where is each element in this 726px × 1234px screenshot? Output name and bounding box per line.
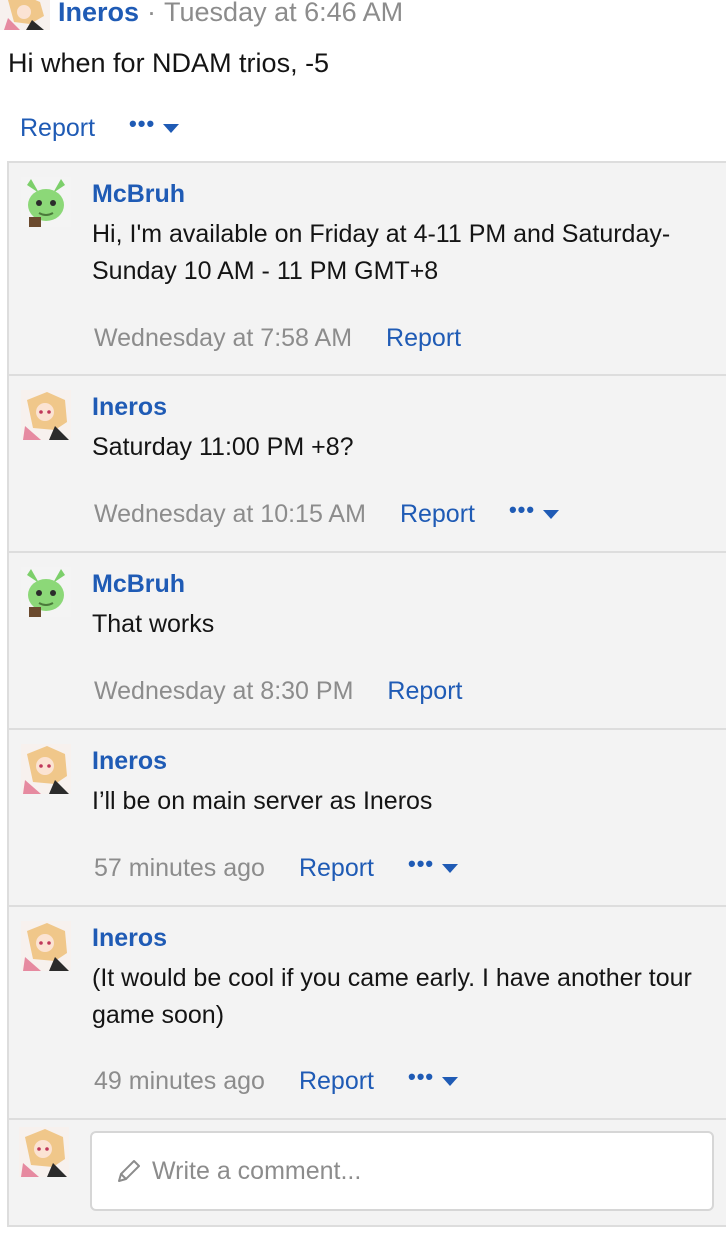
comment-text: That works (92, 610, 215, 638)
comment-avatar[interactable] (21, 567, 71, 617)
report-button[interactable]: Report (400, 500, 475, 529)
post-header: Ineros · Tuesday at 6:46 AM (0, 0, 403, 32)
comment-meta: Wednesday at 8:30 PM Report (94, 673, 462, 709)
post-body: Hi when for NDAM trios, -5 (8, 48, 330, 78)
caret-down-icon (543, 509, 560, 519)
current-user-avatar (19, 1127, 69, 1177)
comment-item: McBruh That works Wednesday at 8:30 PM R… (9, 553, 726, 730)
comments-panel: McBruh Hi, I'm available on Friday at 4-… (7, 161, 726, 1227)
comment-timestamp[interactable]: 49 minutes ago (94, 1067, 265, 1096)
comment-text: I’ll be on main server as Ineros (92, 787, 433, 815)
more-options-button[interactable]: ••• (408, 1066, 459, 1088)
comment-text: Hi, I'm available on Friday at 4-11 PM a… (92, 220, 671, 285)
report-button[interactable]: Report (299, 854, 374, 883)
comment-item: Ineros (It would be cool if you came ear… (9, 907, 726, 1120)
ellipsis-icon: ••• (508, 497, 536, 522)
comment-meta: Wednesday at 10:15 AM Report ••• (94, 496, 560, 532)
ellipsis-icon: ••• (408, 851, 435, 876)
post-actions: Report ••• (20, 108, 180, 148)
report-button[interactable]: Report (20, 114, 95, 143)
caret-down-icon (442, 863, 459, 873)
comment-author-link[interactable]: McBruh (92, 180, 185, 209)
ellipsis-icon: ••• (408, 1064, 435, 1089)
report-button[interactable]: Report (299, 1067, 374, 1096)
author-avatar[interactable] (0, 0, 50, 30)
post-author-link[interactable]: Ineros (58, 0, 139, 28)
comment-timestamp[interactable]: Wednesday at 8:30 PM (94, 677, 353, 706)
comment-avatar[interactable] (21, 921, 71, 971)
comment-author-link[interactable]: Ineros (92, 924, 167, 953)
comment-meta: 49 minutes ago Report ••• (94, 1063, 459, 1099)
caret-down-icon (163, 123, 180, 133)
comment-timestamp[interactable]: Wednesday at 10:15 AM (94, 500, 366, 529)
comment-text: Saturday 11:00 PM +8? (92, 433, 354, 461)
separator: · (147, 0, 157, 27)
comment-meta: 57 minutes ago Report ••• (94, 850, 459, 886)
comment-item: Ineros Saturday 11:00 PM +8? Wednesday a… (9, 376, 726, 553)
comment-avatar[interactable] (21, 177, 71, 227)
comment-avatar[interactable] (21, 390, 71, 440)
write-comment-input[interactable]: Write a comment... (90, 1131, 714, 1211)
comment-placeholder: Write a comment... (152, 1156, 362, 1185)
comment-timestamp[interactable]: Wednesday at 7:58 AM (94, 324, 352, 353)
comment-item: Ineros I’ll be on main server as Ineros … (9, 730, 726, 907)
comment-item: McBruh Hi, I'm available on Friday at 4-… (9, 163, 726, 376)
post-timestamp[interactable]: Tuesday at 6:46 AM (164, 0, 403, 28)
more-options-button[interactable]: ••• (129, 113, 180, 135)
comment-text: (It would be cool if you came early. I h… (92, 964, 692, 1029)
report-button[interactable]: Report (387, 677, 462, 706)
ellipsis-icon: ••• (129, 111, 156, 136)
report-button[interactable]: Report (386, 324, 461, 353)
caret-down-icon (442, 1076, 459, 1086)
comment-avatar[interactable] (21, 744, 71, 794)
comment-author-link[interactable]: Ineros (92, 747, 167, 776)
comment-author-link[interactable]: Ineros (92, 393, 167, 422)
more-options-button[interactable]: ••• (408, 853, 459, 875)
pencil-icon (118, 1160, 140, 1182)
comment-meta: Wednesday at 7:58 AM Report (94, 320, 461, 356)
comment-timestamp[interactable]: 57 minutes ago (94, 854, 265, 883)
comment-author-link[interactable]: McBruh (92, 570, 185, 599)
more-options-button[interactable]: ••• (509, 499, 560, 521)
